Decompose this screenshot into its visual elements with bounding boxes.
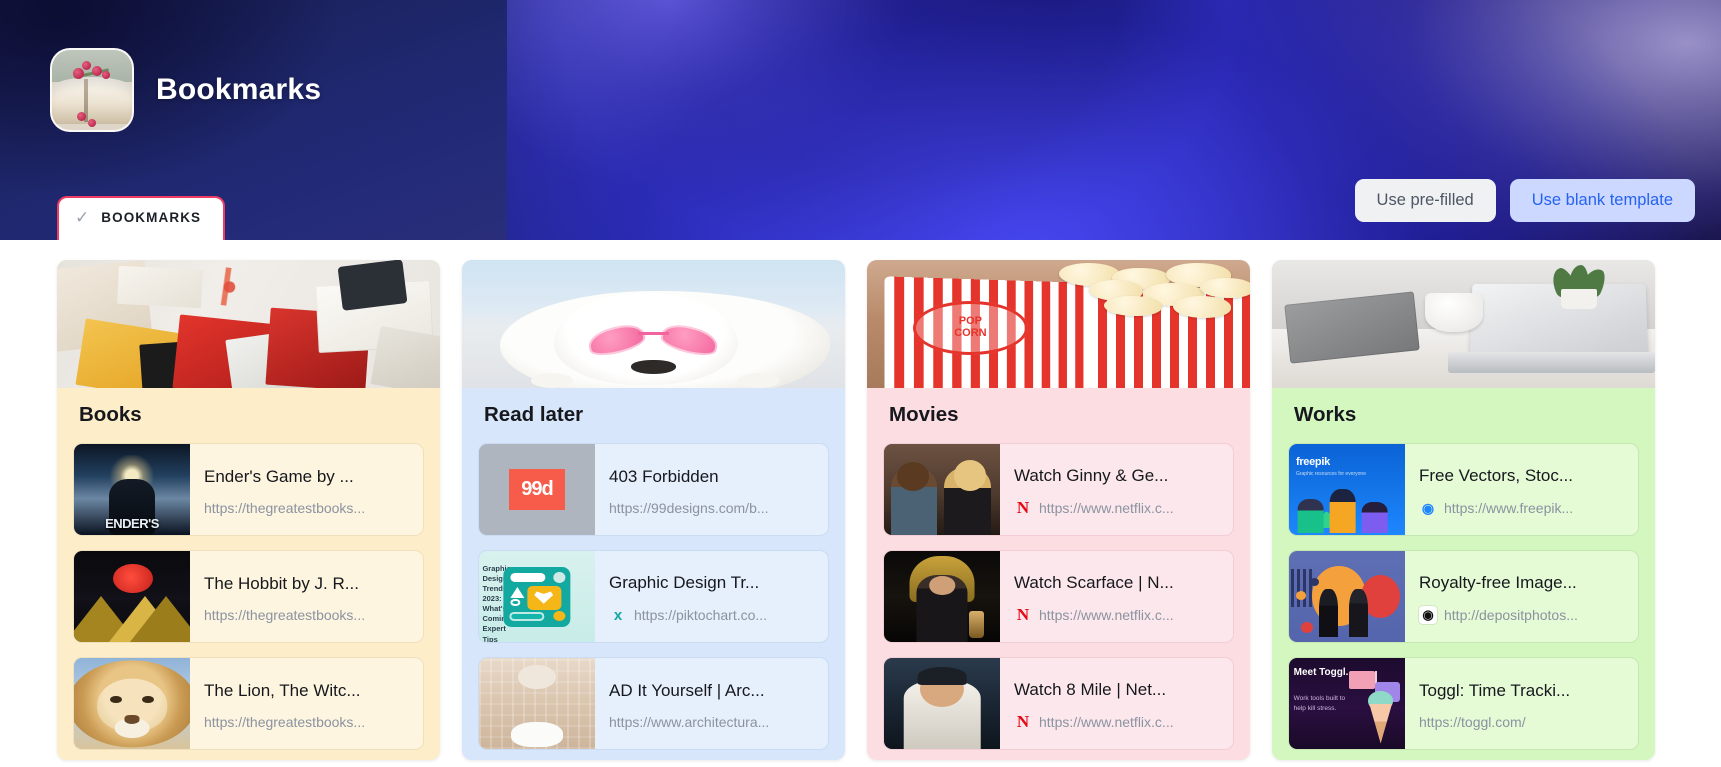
list-item-url: https://www.netflix.c... bbox=[1039, 714, 1174, 730]
thumbnail-the-hobbit bbox=[74, 551, 190, 642]
use-prefilled-button[interactable]: Use pre-filled bbox=[1354, 179, 1496, 222]
list-item-title: The Lion, The Witc... bbox=[204, 681, 361, 700]
thumbnail-enders-game: ENDER'S bbox=[74, 444, 190, 535]
board-header: Bookmarks ✓ BOOKMARKS Use pre-filled Use… bbox=[0, 0, 1721, 240]
list-item-title: 403 Forbidden bbox=[609, 467, 719, 486]
list-item[interactable]: Graphic Design Trends in 2023: What's Co… bbox=[478, 550, 829, 643]
column-title-movies: Movies bbox=[889, 403, 959, 426]
list-item-title: AD It Yourself | Arc... bbox=[609, 681, 765, 700]
list-item[interactable]: 99d 403 Forbidden https://99designs.com/… bbox=[478, 443, 829, 536]
use-blank-template-button[interactable]: Use blank template bbox=[1509, 179, 1695, 222]
avatar[interactable] bbox=[50, 48, 134, 132]
tab-bar: ✓ BOOKMARKS bbox=[57, 196, 226, 240]
board-area: Books ENDER'S Ender's Game by ... https:… bbox=[0, 240, 1721, 767]
list-item-title: Watch 8 Mile | Net... bbox=[1014, 680, 1167, 699]
list-item-title: Graphic Design Tr... bbox=[609, 573, 760, 592]
list-item-title: Free Vectors, Stoc... bbox=[1419, 466, 1574, 485]
list-item[interactable]: freepik Graphic resources for everyone F… bbox=[1288, 443, 1639, 536]
column-cover-image-read-later bbox=[462, 260, 845, 388]
page-title: Bookmarks bbox=[156, 73, 322, 106]
list-item[interactable]: Meet Toggl. Work tools built to help kil… bbox=[1288, 657, 1639, 750]
list-item[interactable]: Royalty-free Image... ◉ http://depositph… bbox=[1288, 550, 1639, 643]
tab-bookmarks-label: BOOKMARKS bbox=[101, 210, 202, 225]
check-icon: ✓ bbox=[75, 208, 90, 227]
thumbnail-scarface bbox=[884, 551, 1000, 642]
column-cover-image-works bbox=[1272, 260, 1655, 388]
list-item-url: https://www.netflix.c... bbox=[1039, 500, 1174, 516]
columns-container: Books ENDER'S Ender's Game by ... https:… bbox=[0, 260, 1721, 760]
thumbnail-99designs: 99d bbox=[479, 444, 595, 535]
list-item-title: Ender's Game by ... bbox=[204, 467, 354, 486]
list-item[interactable]: Watch 8 Mile | Net... N https://www.netf… bbox=[883, 657, 1234, 750]
list-item[interactable]: AD It Yourself | Arc... https://www.arch… bbox=[478, 657, 829, 750]
column-title-books: Books bbox=[79, 403, 142, 426]
list-item-url: https://thegreatestbooks... bbox=[204, 500, 366, 516]
header-actions: Use pre-filled Use blank template bbox=[1354, 179, 1695, 222]
list-item[interactable]: ENDER'S Ender's Game by ... https://theg… bbox=[73, 443, 424, 536]
column-movies[interactable]: POP CORN Movies Watch Ginny & Ge... N ht… bbox=[867, 260, 1250, 760]
list-item-url: https://thegreatestbooks... bbox=[204, 714, 366, 730]
list-item-title: Royalty-free Image... bbox=[1419, 573, 1577, 592]
list-item-title: Toggl: Time Tracki... bbox=[1419, 681, 1571, 700]
list-item-url: https://99designs.com/b... bbox=[609, 500, 769, 516]
column-books[interactable]: Books ENDER'S Ender's Game by ... https:… bbox=[57, 260, 440, 760]
list-item-url: https://www.netflix.c... bbox=[1039, 607, 1174, 623]
list-item[interactable]: Watch Ginny & Ge... N https://www.netfli… bbox=[883, 443, 1234, 536]
netflix-icon: N bbox=[1016, 713, 1030, 731]
list-item-title: Watch Scarface | N... bbox=[1014, 573, 1174, 592]
list-item-url: https://toggl.com/ bbox=[1419, 714, 1526, 730]
freepik-icon: ◉ bbox=[1421, 499, 1435, 516]
thumbnail-ginny-and-georgia bbox=[884, 444, 1000, 535]
netflix-icon: N bbox=[1016, 499, 1030, 517]
thumbnail-piktochart: Graphic Design Trends in 2023: What's Co… bbox=[479, 551, 595, 642]
thumbnail-freepik: freepik Graphic resources for everyone bbox=[1289, 444, 1405, 535]
thumbnail-toggl: Meet Toggl. Work tools built to help kil… bbox=[1289, 658, 1405, 749]
board-brand: Bookmarks bbox=[50, 48, 321, 132]
list-item[interactable]: Watch Scarface | N... N https://www.netf… bbox=[883, 550, 1234, 643]
thumbnail-8-mile bbox=[884, 658, 1000, 749]
thumbnail-the-lion-the-witch bbox=[74, 658, 190, 749]
list-item[interactable]: The Hobbit by J. R... https://thegreates… bbox=[73, 550, 424, 643]
column-cover-image-movies: POP CORN bbox=[867, 260, 1250, 388]
column-cover-image-books bbox=[57, 260, 440, 388]
column-title-works: Works bbox=[1294, 403, 1357, 426]
thumbnail-architectural-digest bbox=[479, 658, 595, 749]
thumbnail-depositphotos bbox=[1289, 551, 1405, 642]
tab-bookmarks[interactable]: ✓ BOOKMARKS bbox=[57, 196, 226, 240]
netflix-icon: N bbox=[1016, 606, 1030, 624]
list-item-title: Watch Ginny & Ge... bbox=[1014, 466, 1169, 485]
list-item-url: https://www.architectura... bbox=[609, 714, 770, 730]
column-read-later[interactable]: Read later 99d 403 Forbidden https://99d… bbox=[462, 260, 845, 760]
list-item[interactable]: The Lion, The Witc... https://thegreates… bbox=[73, 657, 424, 750]
depositphotos-icon: ◉ bbox=[1419, 606, 1437, 624]
list-item-url: https://piktochart.co... bbox=[634, 607, 768, 623]
list-item-title: The Hobbit by J. R... bbox=[204, 574, 359, 593]
list-item-url: http://depositphotos... bbox=[1444, 607, 1578, 623]
column-works[interactable]: Works freepik Graphic resources for ever… bbox=[1272, 260, 1655, 760]
piktochart-icon: x bbox=[613, 606, 623, 624]
column-title-read-later: Read later bbox=[484, 403, 584, 426]
list-item-url: https://www.freepik... bbox=[1444, 500, 1574, 516]
list-item-url: https://thegreatestbooks... bbox=[204, 607, 366, 623]
